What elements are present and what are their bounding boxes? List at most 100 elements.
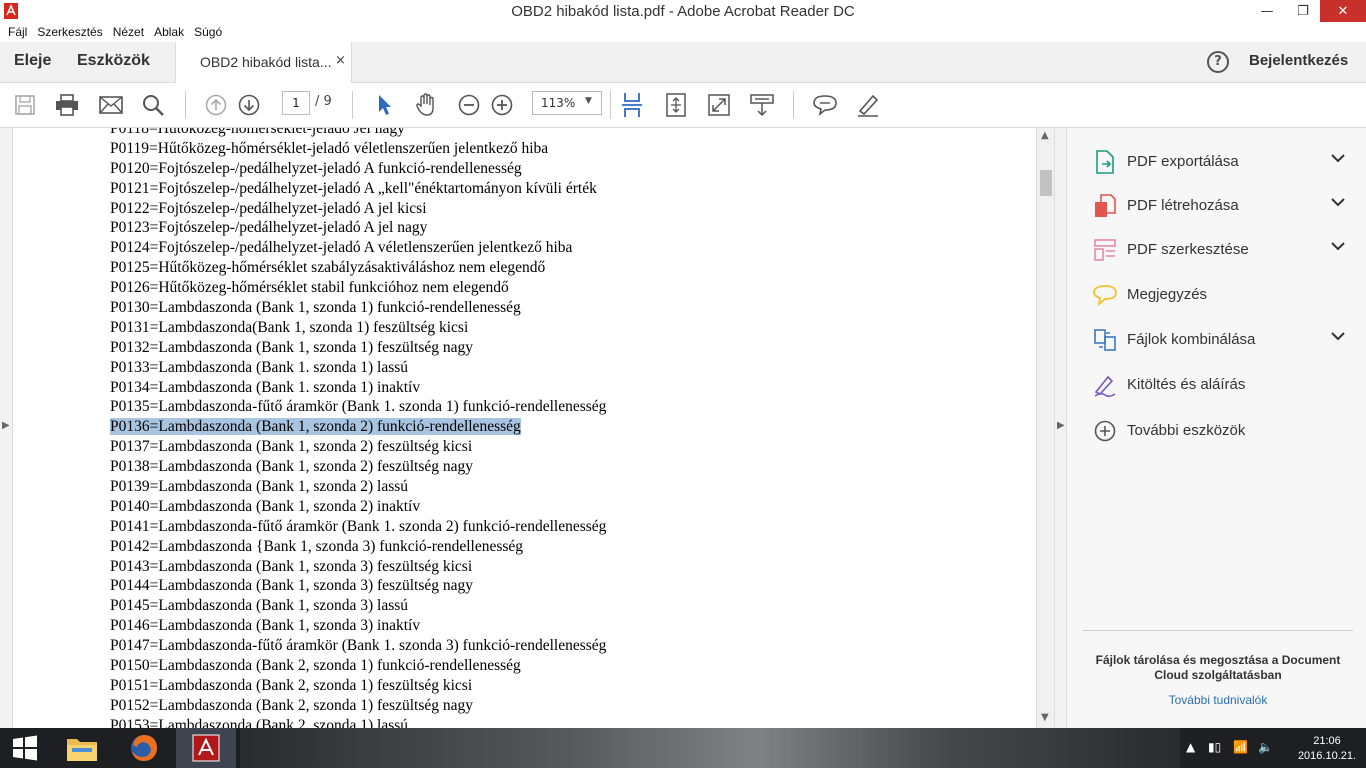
expand-left-icon: ▶ <box>2 420 10 431</box>
text-line: P0144=Lambdaszonda (Bank 1, szonda 3) fe… <box>110 576 606 596</box>
comment-tool-icon[interactable] <box>811 91 839 119</box>
text-line: P0120=Fojtószelep-/pedálhelyzet-jeladó A… <box>110 159 606 179</box>
chevron-down-icon[interactable] <box>1331 240 1345 255</box>
text-line-content: P0137=Lambdaszonda (Bank 1, szonda 2) fe… <box>110 438 473 456</box>
text-line: P0137=Lambdaszonda (Bank 1, szonda 2) fe… <box>110 437 606 457</box>
text-line-content: P0141=Lambdaszonda-fűtő áramkör (Bank 1.… <box>110 517 607 535</box>
selected-text-line: P0136=Lambdaszonda (Bank 1, szonda 2) fu… <box>110 417 606 437</box>
hand-tool-icon[interactable] <box>412 91 440 119</box>
show-hidden-icons[interactable]: ▲ <box>1186 740 1195 754</box>
email-icon[interactable] <box>97 91 125 119</box>
tool-edit-pdf[interactable]: PDF szerkesztése <box>1093 235 1353 265</box>
toolbar: 1 / 9 113% ▼ <box>0 83 1366 128</box>
text-line-content: P0147=Lambdaszonda-fűtő áramkör (Bank 1.… <box>110 637 607 655</box>
help-icon[interactable]: ? <box>1207 51 1229 73</box>
text-line: P0143=Lambdaszonda (Bank 1, szonda 3) fe… <box>110 557 606 577</box>
chevron-down-icon[interactable] <box>1331 330 1345 345</box>
zoom-select[interactable]: 113% ▼ <box>532 91 602 115</box>
menu-window[interactable]: Ablak <box>154 25 184 39</box>
tab-document[interactable]: OBD2 hibakód lista... × <box>175 42 352 83</box>
text-line: P0146=Lambdaszonda (Bank 1, szonda 3) in… <box>110 616 606 636</box>
fit-page-icon[interactable] <box>662 91 690 119</box>
sign-in-button[interactable]: Bejelentkezés <box>1249 52 1348 69</box>
full-screen-icon[interactable] <box>705 91 733 119</box>
text-line-content: P0131=Lambdaszonda(Bank 1, szonda 1) fes… <box>110 318 469 336</box>
text-line: P0140=Lambdaszonda (Bank 1, szonda 2) in… <box>110 497 606 517</box>
left-panel-toggle[interactable]: ▶ <box>0 128 13 728</box>
text-line-content: P0145=Lambdaszonda (Bank 1, szonda 3) la… <box>110 597 409 615</box>
tab-home[interactable]: Eleje <box>14 52 51 70</box>
learn-more-link[interactable]: További tudnivalók <box>1081 693 1355 707</box>
taskbar-firefox[interactable] <box>114 728 174 768</box>
edit-pdf-icon <box>1094 239 1116 261</box>
scroll-up-icon[interactable]: ▲ <box>1041 130 1049 141</box>
start-button[interactable] <box>0 728 50 768</box>
zoom-in-icon[interactable] <box>488 91 516 119</box>
taskbar-file-explorer[interactable] <box>52 728 112 768</box>
toolbar-separator <box>185 91 186 119</box>
tool-label: Fájlok kombinálása <box>1127 331 1256 348</box>
vertical-scrollbar[interactable]: ▲ ▼ <box>1036 128 1055 728</box>
scrolling-mode-icon[interactable] <box>618 91 646 119</box>
document-view[interactable]: P0118=Hűtőközeg-hőmérséklet-jeladó Jel n… <box>13 128 1036 728</box>
search-icon[interactable] <box>139 91 167 119</box>
text-line: P0132=Lambdaszonda (Bank 1, szonda 1) fe… <box>110 338 606 358</box>
taskbar-acrobat[interactable] <box>176 728 236 768</box>
toolbar-separator <box>793 91 794 119</box>
zoom-out-icon[interactable] <box>455 91 483 119</box>
text-line-content: P0135=Lambdaszonda-fűtő áramkör (Bank 1.… <box>110 398 607 416</box>
page-number-input[interactable]: 1 <box>282 91 310 115</box>
tool-more-tools[interactable]: További eszközök <box>1093 416 1353 446</box>
tool-export-pdf[interactable]: PDF exportálása <box>1093 147 1353 177</box>
combine-files-icon <box>1094 329 1116 351</box>
next-page-icon[interactable] <box>235 91 263 119</box>
text-line: P0134=Lambdaszonda (Bank 1. szonda 1) in… <box>110 378 606 398</box>
close-tab-icon[interactable]: × <box>335 53 346 68</box>
text-line: P0124=Fojtószelep-/pedálhelyzet-jeladó A… <box>110 238 606 258</box>
volume-icon[interactable]: 🔈 <box>1258 740 1273 754</box>
text-line: P0119=Hűtőközeg-hőmérséklet-jeladó vélet… <box>110 139 606 159</box>
tool-create-pdf[interactable]: PDF létrehozása <box>1093 191 1353 221</box>
close-window-button[interactable]: ✕ <box>1320 0 1366 22</box>
text-line: P0147=Lambdaszonda-fűtő áramkör (Bank 1.… <box>110 636 606 656</box>
window-title: OBD2 hibakód lista.pdf - Adobe Acrobat R… <box>511 3 855 20</box>
text-line-content: P0118=Hűtőközeg-hőmérséklet-jeladó Jel n… <box>110 128 405 137</box>
menu-edit[interactable]: Szerkesztés <box>37 25 102 39</box>
menu-help[interactable]: Súgó <box>194 25 222 39</box>
print-icon[interactable] <box>53 91 81 119</box>
menu-file[interactable]: Fájl <box>8 25 27 39</box>
text-line: P0139=Lambdaszonda (Bank 1, szonda 2) la… <box>110 477 606 497</box>
comment-icon <box>1093 285 1117 307</box>
battery-icon[interactable]: ▮▯ <box>1208 740 1221 754</box>
chevron-down-icon[interactable] <box>1331 152 1345 167</box>
menu-view[interactable]: Nézet <box>113 25 144 39</box>
clock-time: 21:06 <box>1313 735 1341 747</box>
previous-page-icon[interactable] <box>202 91 230 119</box>
tool-fill-sign[interactable]: Kitöltés és aláírás <box>1093 370 1353 400</box>
clock[interactable]: 21:06 2016.10.21. <box>1296 734 1358 764</box>
tool-comment[interactable]: Megjegyzés <box>1093 280 1353 310</box>
scrollbar-thumb[interactable] <box>1040 170 1052 196</box>
text-line: P0126=Hűtőközeg-hőmérséklet stabil funkc… <box>110 278 606 298</box>
select-tool-icon[interactable] <box>370 91 398 119</box>
tool-combine-files[interactable]: Fájlok kombinálása <box>1093 325 1353 355</box>
maximize-button[interactable]: ❐ <box>1286 0 1320 22</box>
read-mode-icon[interactable] <box>748 91 776 119</box>
text-line: P0118=Hűtőközeg-hőmérséklet-jeladó Jel n… <box>110 128 606 139</box>
scroll-down-icon[interactable]: ▼ <box>1041 712 1049 723</box>
collapse-right-icon: ▶ <box>1057 420 1065 431</box>
firefox-icon <box>131 735 157 761</box>
tab-tools[interactable]: Eszközök <box>77 52 150 70</box>
text-line-content: P0151=Lambdaszonda (Bank 2, szonda 1) fe… <box>110 676 473 694</box>
text-line-content: P0152=Lambdaszonda (Bank 2, szonda 1) fe… <box>110 696 474 714</box>
chevron-down-icon[interactable] <box>1331 196 1345 211</box>
network-icon[interactable]: 📶 <box>1233 740 1248 754</box>
text-line-content: P0140=Lambdaszonda (Bank 1, szonda 2) in… <box>110 497 421 515</box>
text-line: P0151=Lambdaszonda (Bank 2, szonda 1) fe… <box>110 676 606 696</box>
minimize-button[interactable]: — <box>1250 0 1284 22</box>
highlight-tool-icon[interactable] <box>854 91 882 119</box>
fill-sign-icon <box>1094 375 1116 397</box>
text-line: P0150=Lambdaszonda (Bank 2, szonda 1) fu… <box>110 656 606 676</box>
save-icon[interactable] <box>11 91 39 119</box>
text-line-content: P0119=Hűtőközeg-hőmérséklet-jeladó vélet… <box>110 139 549 157</box>
